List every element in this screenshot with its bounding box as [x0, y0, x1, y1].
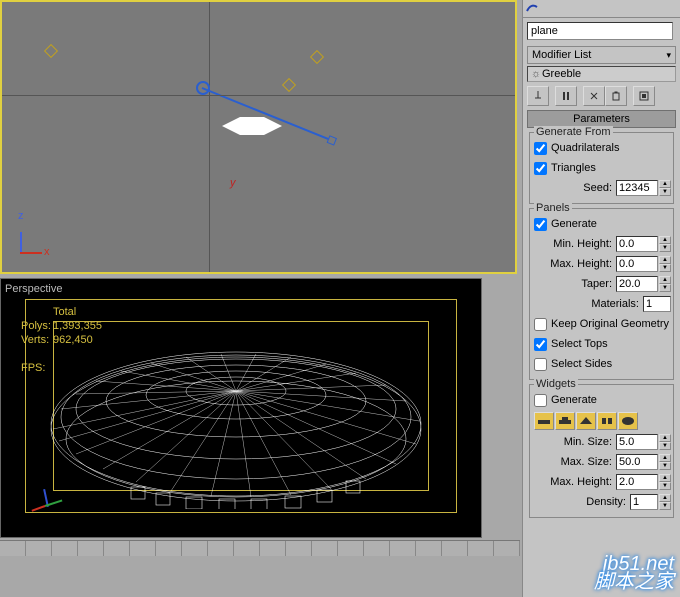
widgets-legend: Widgets	[534, 378, 578, 390]
viewport-perspective[interactable]: Perspective Total Polys:1,393,355 Verts:…	[0, 278, 482, 538]
scene-marker	[310, 50, 324, 64]
object-name-input[interactable]	[527, 22, 673, 40]
pin-stack-button[interactable]	[527, 86, 549, 106]
command-panel-tabs[interactable]	[523, 0, 680, 18]
spinner[interactable]: ▲▼	[659, 494, 671, 510]
lightbulb-icon[interactable]: ☼	[530, 68, 542, 80]
panels-taper-input[interactable]	[616, 276, 658, 292]
generate-from-legend: Generate From	[534, 126, 613, 138]
panels-materials-input[interactable]	[643, 296, 671, 312]
triangles-checkbox[interactable]	[534, 162, 547, 175]
axis-label-y: y	[230, 177, 236, 189]
modifier-list-dropdown[interactable]: Modifier List	[527, 46, 676, 64]
make-unique-button[interactable]	[583, 86, 605, 106]
viewport-label: Perspective	[5, 283, 62, 295]
widget-shape-4-button[interactable]	[597, 412, 617, 430]
show-end-result-button[interactable]	[555, 86, 577, 106]
seed-spinner[interactable]: ▲▼	[659, 180, 671, 196]
modifier-stack-item[interactable]: ☼ Greeble	[527, 66, 676, 82]
panels-legend: Panels	[534, 202, 572, 214]
timeline[interactable]	[0, 540, 520, 556]
spinner[interactable]: ▲▼	[659, 474, 671, 490]
panels-generate-checkbox[interactable]	[534, 218, 547, 231]
transform-gizmo[interactable]	[202, 87, 352, 147]
viewport-top[interactable]: y z x	[0, 0, 517, 274]
select-tops-checkbox[interactable]	[534, 338, 547, 351]
command-panel: Modifier List ☼ Greeble Parameters Gener…	[522, 0, 680, 597]
widgets-density-input[interactable]	[630, 494, 658, 510]
remove-modifier-button[interactable]	[605, 86, 627, 106]
widget-shape-1-button[interactable]	[534, 412, 554, 430]
axis-indicator: z x	[20, 222, 52, 254]
keep-original-checkbox[interactable]	[534, 318, 547, 331]
spinner[interactable]: ▲▼	[659, 434, 671, 450]
modify-tab-icon[interactable]	[525, 1, 541, 15]
configure-sets-button[interactable]	[633, 86, 655, 106]
widgets-min-size-input[interactable]	[616, 434, 658, 450]
spinner[interactable]: ▲▼	[659, 454, 671, 470]
axis-indicator	[37, 485, 65, 511]
scene-wireframe	[41, 329, 431, 509]
widget-shape-2-button[interactable]	[555, 412, 575, 430]
widget-shape-3-button[interactable]	[576, 412, 596, 430]
panels-max-height-input[interactable]	[616, 256, 658, 272]
select-sides-checkbox[interactable]	[534, 358, 547, 371]
quadrilaterals-checkbox[interactable]	[534, 142, 547, 155]
spinner[interactable]: ▲▼	[659, 276, 671, 292]
panels-min-height-input[interactable]	[616, 236, 658, 252]
spinner[interactable]: ▲▼	[659, 256, 671, 272]
widget-shape-5-button[interactable]	[618, 412, 638, 430]
scene-marker	[44, 44, 58, 58]
spinner[interactable]: ▲▼	[659, 236, 671, 252]
widgets-max-height-input[interactable]	[616, 474, 658, 490]
widgets-max-size-input[interactable]	[616, 454, 658, 470]
widgets-generate-checkbox[interactable]	[534, 394, 547, 407]
seed-input[interactable]	[616, 180, 658, 196]
